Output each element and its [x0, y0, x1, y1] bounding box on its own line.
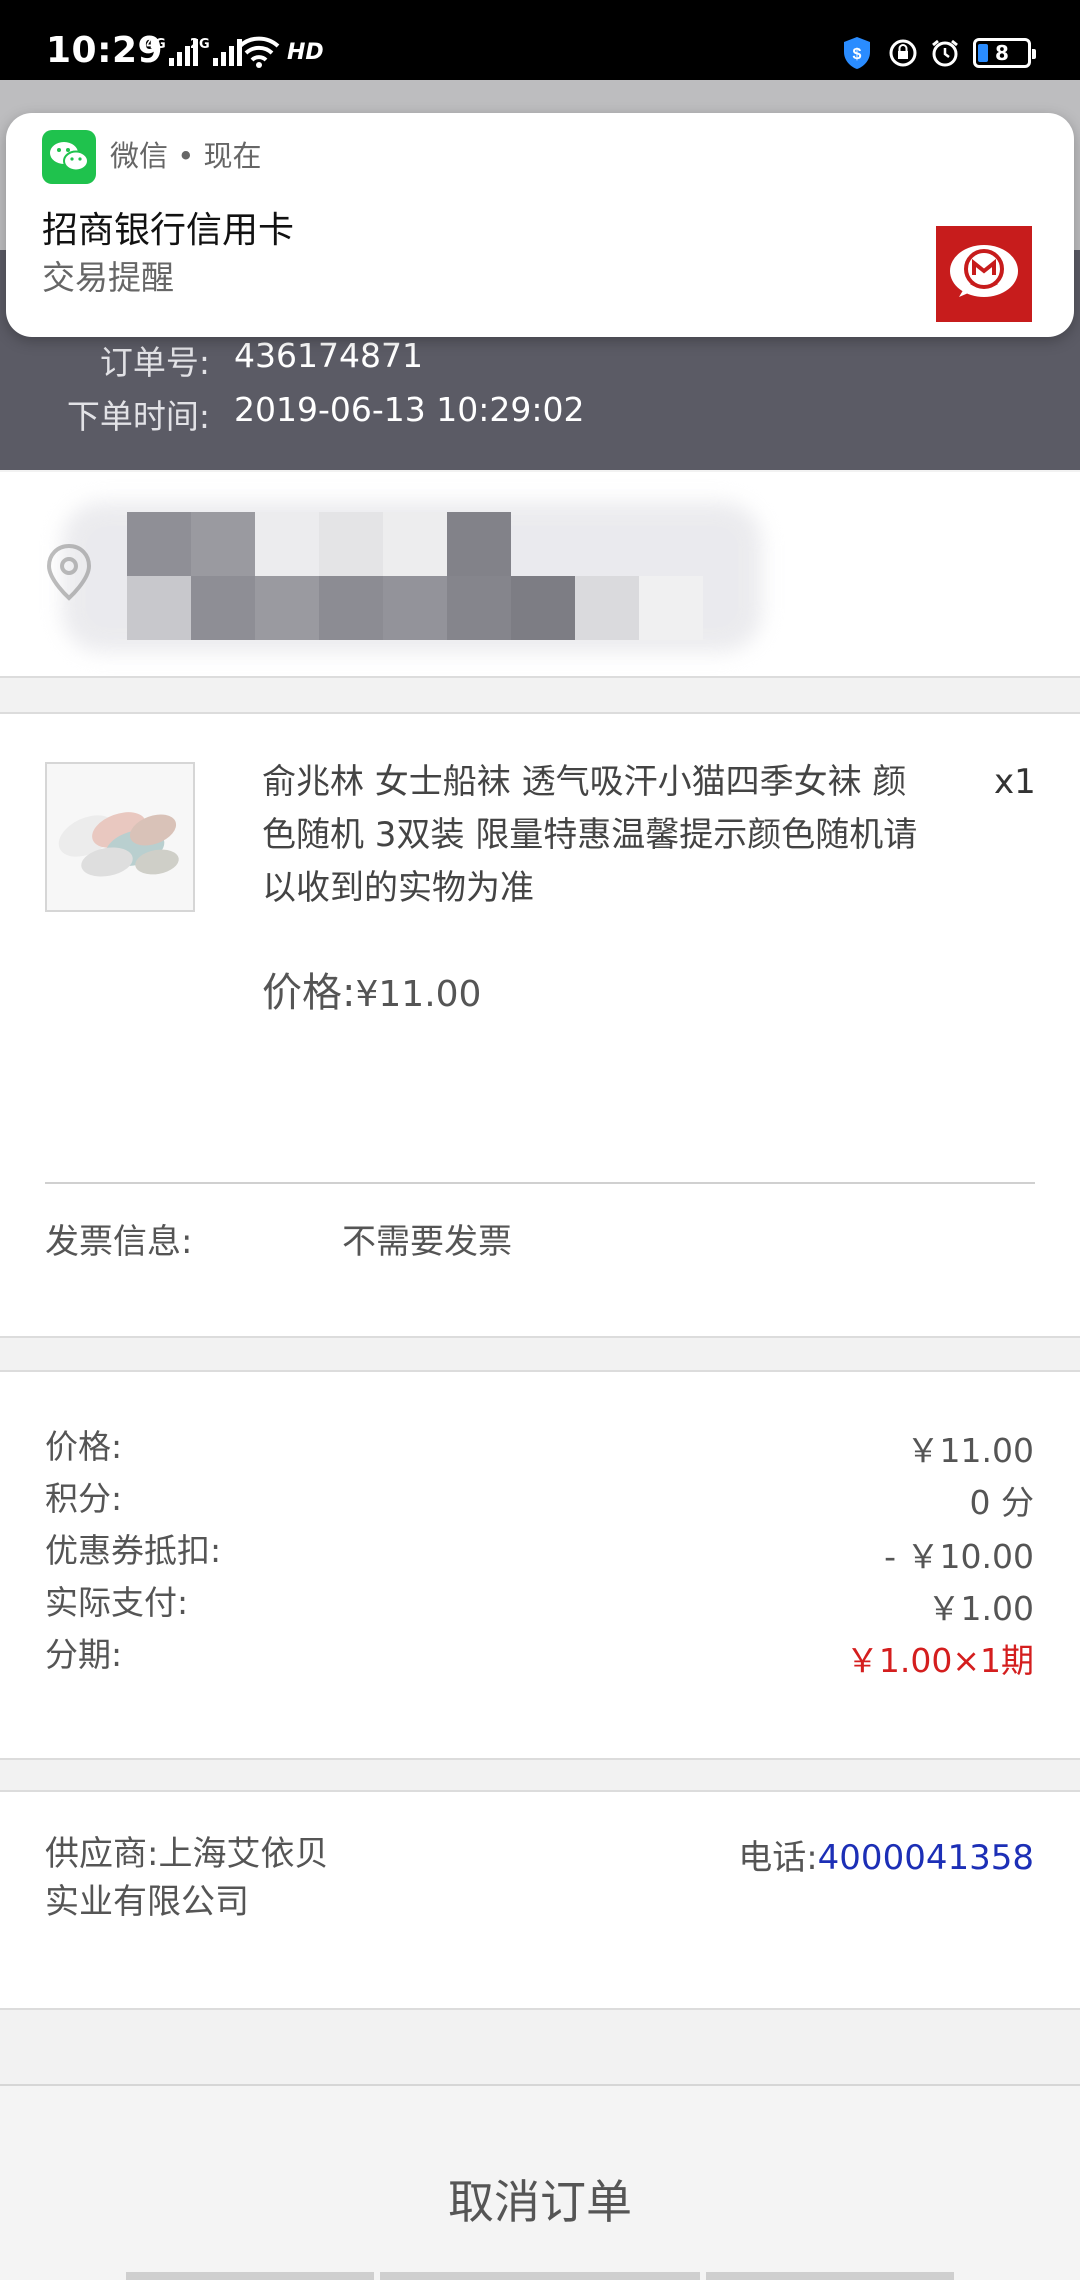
- network-type-label-2: 2G: [190, 37, 210, 52]
- supplier-name: 供应商:上海艾依贝实业有限公司: [45, 1834, 329, 1922]
- shield-icon: $: [844, 37, 870, 69]
- wechat-notification[interactable]: 微信 • 现在 招商银行信用卡 交易提醒: [6, 113, 1074, 337]
- supplier-phone: 电话:4000041358: [738, 1830, 1034, 1879]
- bottom-tab-1[interactable]: [126, 2272, 374, 2280]
- product-title: 俞兆林 女士船袜 透气吸汗小猫四季女袜 颜色随机 3双装 限量特惠温馨提示颜色随…: [262, 762, 918, 908]
- bottom-tab-3[interactable]: [706, 2272, 954, 2280]
- order-time-row: 下单时间: 2019-06-13 10:29:02: [0, 390, 1080, 440]
- product-price-value: ¥11.00: [355, 974, 482, 1015]
- phone-number-link[interactable]: 4000041358: [818, 1838, 1034, 1878]
- shipping-address-card[interactable]: [0, 472, 1080, 678]
- status-bar: 10:29 4G 2G HD $ 8: [0, 0, 1080, 80]
- order-number-label: 订单号:: [99, 343, 210, 382]
- bottom-action-area: 取消订单: [0, 2084, 1080, 2280]
- svg-text:$: $: [853, 46, 862, 63]
- summary-paid-value: ￥1.00: [927, 1589, 1034, 1628]
- network-type-label: 4G: [146, 37, 166, 52]
- invoice-value: 不需要发票: [342, 1222, 512, 1262]
- alarm-icon: [932, 39, 958, 67]
- cmb-bank-logo: [936, 226, 1032, 322]
- order-time-value: 2019-06-13 10:29:02: [234, 390, 585, 429]
- summary-points-value: 0 分: [969, 1483, 1035, 1522]
- hd-voice-icon: HD: [287, 40, 324, 65]
- battery-icon: 8: [973, 38, 1036, 68]
- notification-subtitle: 交易提醒: [42, 258, 174, 297]
- product-price: 价格:¥11.00: [262, 960, 481, 1018]
- supplier-card: 供应商:上海艾依贝实业有限公司 电话:4000041358: [0, 1790, 1080, 2010]
- order-number-value: 436174871: [234, 336, 423, 375]
- wifi-icon: [238, 36, 280, 68]
- divider: [45, 1182, 1035, 1184]
- invoice-label: 发票信息:: [45, 1222, 193, 1262]
- notification-title: 招商银行信用卡: [42, 210, 295, 251]
- cancel-order-button[interactable]: 取消订单: [0, 2166, 1080, 2236]
- location-pin-icon: [46, 543, 92, 601]
- battery-level: 8: [995, 41, 1009, 65]
- wechat-icon: [42, 130, 96, 184]
- summary-paid-label: 实际支付:: [45, 1583, 189, 1622]
- product-image[interactable]: [45, 762, 195, 912]
- summary-price-value: ￥11.00: [906, 1431, 1034, 1470]
- product-quantity: x1: [994, 762, 1036, 802]
- order-number-row: 订单号: 436174871: [0, 336, 1080, 386]
- product-price-label: 价格:: [262, 970, 356, 1016]
- order-time-label: 下单时间:: [66, 397, 210, 436]
- summary-coupon-value: - ￥10.00: [884, 1537, 1034, 1576]
- summary-points-label: 积分:: [45, 1479, 123, 1518]
- phone-label: 电话:: [738, 1838, 818, 1878]
- payment-summary: 价格: ￥11.00 积分: 0 分 优惠券抵扣: - ￥10.00 实际支付:…: [0, 1370, 1080, 1760]
- summary-price-label: 价格:: [45, 1427, 123, 1466]
- notification-app-line: 微信 • 现在: [110, 139, 262, 173]
- cellular-signal-icon-2: 2G: [190, 36, 242, 66]
- summary-installment-value: ￥1.00×1期: [845, 1641, 1034, 1680]
- summary-coupon-label: 优惠券抵扣:: [45, 1531, 222, 1570]
- rotation-lock-icon: [889, 39, 917, 67]
- bottom-tab-2[interactable]: [380, 2272, 700, 2280]
- summary-installment-label: 分期:: [45, 1635, 123, 1674]
- product-card: 俞兆林 女士船袜 透气吸汗小猫四季女袜 颜色随机 3双装 限量特惠温馨提示颜色随…: [0, 712, 1080, 1338]
